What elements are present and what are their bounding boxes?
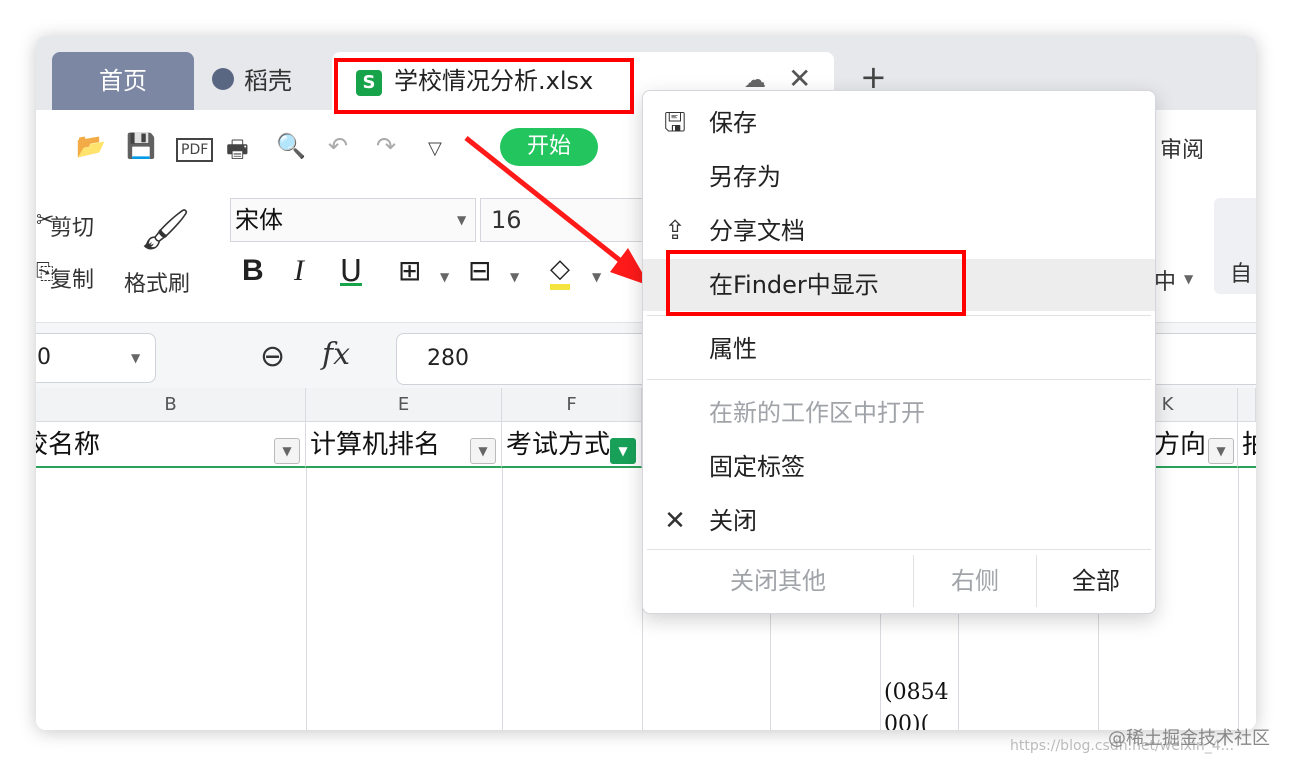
filter-active-icon[interactable]: ▼ <box>610 438 636 464</box>
menu-item-save-as[interactable]: 另存为 <box>643 151 1155 203</box>
italic-icon[interactable]: I <box>294 254 304 288</box>
open-folder-icon[interactable]: 📂 <box>76 132 106 160</box>
underline-icon[interactable]: U <box>340 254 362 289</box>
header-cell-school-name[interactable]: 校名称 <box>36 422 306 468</box>
menu-separator <box>647 379 1151 380</box>
close-icon: ✕ <box>664 506 686 536</box>
save-icon: 🖫 <box>663 108 687 138</box>
column-header-b[interactable]: B <box>36 388 306 422</box>
watermark-site: @稀土掘金技术社区 <box>1108 728 1270 749</box>
tab-daoke[interactable]: 稻壳 <box>212 52 292 110</box>
menu-item-close[interactable]: ✕ 关闭 <box>643 495 1155 547</box>
copy-button[interactable]: 复制 <box>50 262 94 294</box>
menu-item-close-others[interactable]: 关闭其他 <box>643 549 913 613</box>
tab-daoke-label: 稻壳 <box>244 67 292 95</box>
pdf-icon[interactable]: PDF <box>176 138 214 162</box>
menu-item-label: 另存为 <box>709 163 781 191</box>
fill-color-icon[interactable]: ◇ <box>550 254 570 290</box>
chevron-down-icon[interactable]: ▼ <box>1184 272 1193 286</box>
cell-text: (0854 <box>884 680 949 705</box>
start-tab-button[interactable]: 开始 <box>500 128 598 166</box>
column-header-e[interactable]: E <box>306 388 502 422</box>
menu-item-label: 固定标签 <box>709 453 805 481</box>
annotation-highlight-tab <box>334 58 634 114</box>
print-icon[interactable]: 🖶 <box>226 132 249 173</box>
menu-item-close-all[interactable]: 全部 <box>1037 549 1155 613</box>
menu-item-label: 属性 <box>709 335 757 363</box>
bold-icon[interactable]: B <box>242 254 264 288</box>
cell-style-icon[interactable]: ⊟ <box>468 254 491 287</box>
header-cell-partial[interactable]: 拍 <box>1238 422 1256 468</box>
font-size-value: 16 <box>491 206 522 234</box>
chevron-down-icon: ▼ <box>131 351 141 365</box>
chevron-down-icon[interactable]: ▼ <box>592 270 601 284</box>
menu-item-label: 关闭 <box>709 507 757 535</box>
column-header-l[interactable] <box>1238 388 1256 422</box>
grid-line <box>1238 468 1239 730</box>
save-icon[interactable]: 💾 <box>126 132 156 160</box>
redo-icon[interactable]: ↷ <box>376 132 396 160</box>
font-name-value: 宋体 <box>235 206 283 234</box>
menu-item-save[interactable]: 🖫 保存 <box>643 97 1155 149</box>
menu-item-properties[interactable]: 属性 <box>643 323 1155 375</box>
chevron-down-icon[interactable]: ▼ <box>510 270 519 284</box>
zoom-out-icon[interactable]: ⊖ <box>260 339 285 374</box>
font-name-select[interactable]: 宋体 ▼ <box>230 198 476 242</box>
filter-dropdown-icon[interactable]: ▼ <box>1208 438 1234 464</box>
menu-item-close-right[interactable]: 右侧 <box>914 549 1036 613</box>
customize-chevron-icon[interactable]: ▽ <box>428 138 442 159</box>
chevron-down-icon: ▼ <box>457 213 467 227</box>
cell-text: 00)( <box>884 712 930 730</box>
chevron-down-icon[interactable]: ▼ <box>440 270 449 284</box>
filter-dropdown-icon[interactable]: ▼ <box>274 438 300 464</box>
cell-ref: 0 <box>37 345 51 370</box>
auto-wrap-label: 自 <box>1230 262 1253 287</box>
cut-button[interactable]: 剪切 <box>50 210 94 242</box>
font-size-select[interactable]: 16 <box>480 198 650 242</box>
menu-item-label: 在新的工作区中打开 <box>709 399 925 427</box>
auto-wrap-button[interactable]: 自 <box>1214 198 1256 294</box>
grid-line <box>502 468 503 730</box>
menu-item-pin-tab[interactable]: 固定标签 <box>643 441 1155 493</box>
menu-close-group: 关闭其他 右侧 全部 <box>643 549 1155 613</box>
annotation-highlight-menu-item <box>666 250 966 316</box>
align-center-button[interactable]: 中 <box>1154 264 1176 296</box>
daoke-logo-icon <box>212 68 234 90</box>
name-box[interactable]: 0 ▼ <box>36 333 156 383</box>
header-cell-text: 校名称 <box>36 430 101 460</box>
menu-item-open-new-workspace[interactable]: 在新的工作区中打开 <box>643 387 1155 439</box>
column-header-f[interactable]: F <box>502 388 642 422</box>
fx-icon[interactable]: fx <box>322 337 350 372</box>
filter-dropdown-icon[interactable]: ▼ <box>470 438 496 464</box>
tab-context-menu: 🖫 保存 另存为 ⇪ 分享文档 在Finder中显示 属性 在新的工作区中打开 … <box>642 90 1156 614</box>
tab-home[interactable]: 首页 <box>52 52 194 110</box>
review-tab[interactable]: 审阅 <box>1160 132 1204 164</box>
formula-value: 280 <box>427 346 469 371</box>
format-painter-icon[interactable]: 🖌 <box>140 206 191 253</box>
format-painter-button[interactable]: 格式刷 <box>124 266 190 298</box>
undo-icon[interactable]: ↶ <box>328 132 348 160</box>
grid-line <box>306 468 307 730</box>
borders-icon[interactable]: ⊞ <box>398 254 421 287</box>
menu-item-label: 保存 <box>709 109 757 137</box>
print-preview-icon[interactable]: 🔍 <box>276 132 306 160</box>
